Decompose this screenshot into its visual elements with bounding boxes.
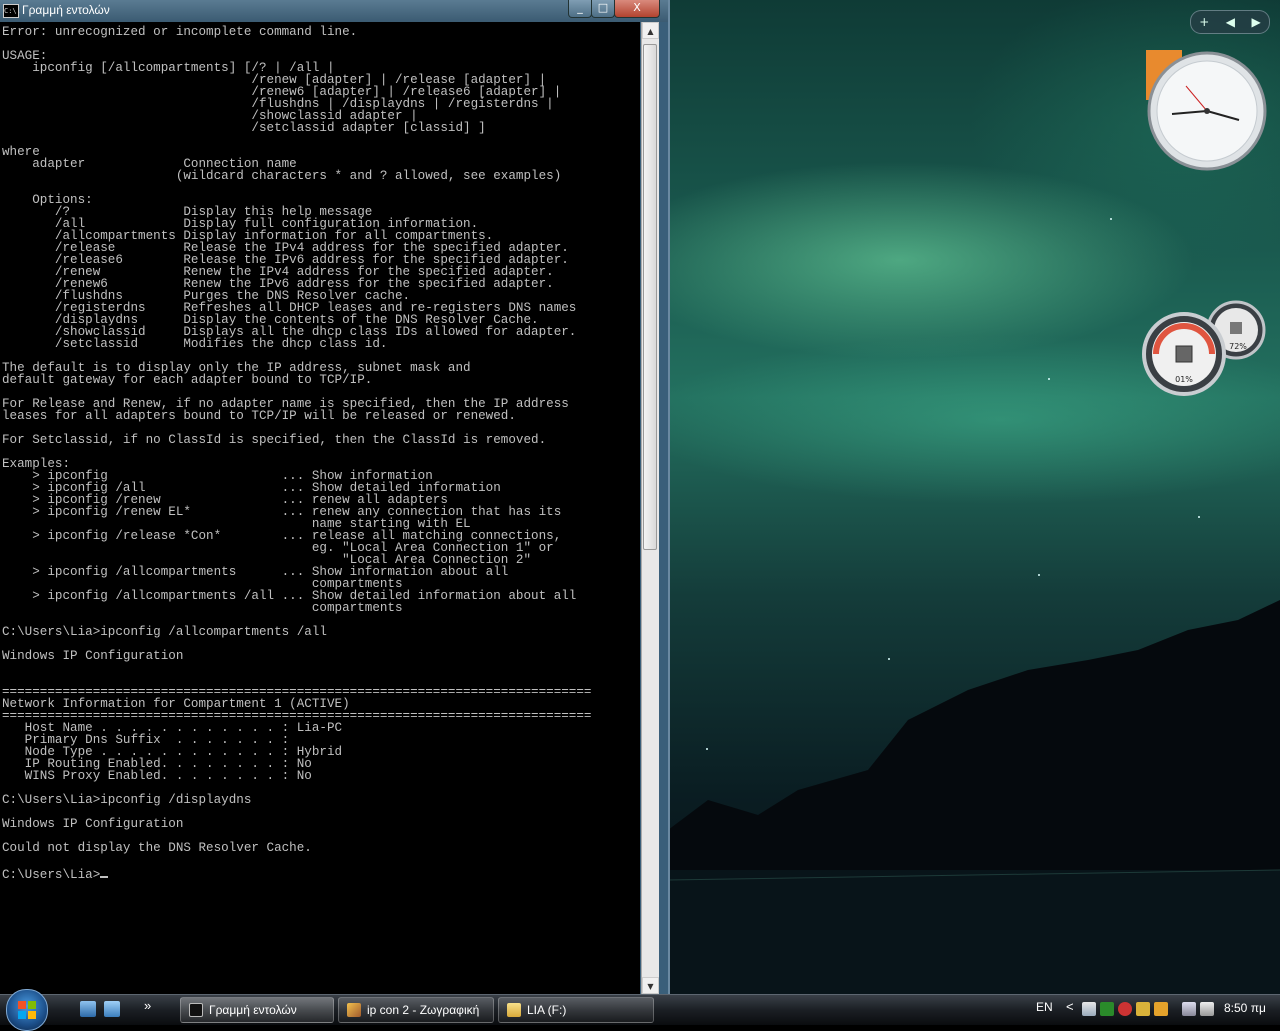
antivirus-alert-icon[interactable]: [1118, 1002, 1132, 1016]
close-button[interactable]: X: [614, 0, 660, 18]
language-indicator[interactable]: EN: [1036, 1000, 1053, 1014]
clock-gadget[interactable]: [1146, 50, 1268, 172]
taskbar-button-label: Γραμμή εντολών: [209, 1003, 297, 1017]
star: [1110, 218, 1112, 220]
maximize-button[interactable]: □: [591, 0, 615, 18]
folder-icon: [507, 1003, 521, 1017]
scroll-up-button[interactable]: ▲: [642, 22, 659, 39]
network-activity-icon[interactable]: [1100, 1002, 1114, 1016]
star: [1198, 516, 1200, 518]
scroll-thumb[interactable]: [643, 44, 657, 550]
previous-page-icon[interactable]: ◀: [1226, 15, 1235, 29]
memory-usage-label: 72%: [1229, 342, 1247, 351]
command-prompt-icon: [189, 1003, 203, 1017]
security-shield-icon[interactable]: [1082, 1002, 1096, 1016]
next-page-icon[interactable]: ▶: [1252, 15, 1261, 29]
cpu-meter-gadget[interactable]: 01% 72%: [1142, 300, 1268, 396]
console-text: Error: unrecognized or incomplete comman…: [2, 25, 592, 882]
device-icon[interactable]: [1136, 1002, 1150, 1016]
command-prompt-icon[interactable]: C:\.: [3, 4, 21, 18]
cpu-usage-label: 01%: [1175, 375, 1193, 384]
command-prompt-window[interactable]: C:\. Γραμμή εντολών _ □ X Error: unrecog…: [0, 0, 670, 994]
taskbar-button-paint[interactable]: ip con 2 - Ζωγραφική: [338, 997, 494, 1023]
taskbar-button-label: LIA (F:): [527, 1003, 567, 1017]
taskbar: » Γραμμή εντολών ip con 2 - Ζωγραφική LI…: [0, 989, 1280, 1031]
switch-windows-icon[interactable]: [104, 1001, 120, 1017]
quick-launch-more-icon[interactable]: »: [144, 998, 151, 1013]
network-icon[interactable]: [1182, 1002, 1196, 1016]
mountain-silhouette: [668, 600, 1280, 994]
taskbar-button-folder[interactable]: LIA (F:): [498, 997, 654, 1023]
show-desktop-icon[interactable]: [80, 1001, 96, 1017]
window-title: Γραμμή εντολών: [22, 3, 110, 17]
star: [1038, 574, 1040, 576]
volume-icon[interactable]: [1200, 1002, 1214, 1016]
system-clock[interactable]: 8:50 πμ: [1224, 1001, 1266, 1015]
sidebar-controls: + ◀ ▶: [1190, 10, 1270, 34]
text-cursor: [100, 866, 109, 878]
taskbar-button-label: ip con 2 - Ζωγραφική: [367, 1003, 480, 1017]
paint-icon: [347, 1003, 361, 1017]
windows-logo-icon: [18, 1001, 36, 1019]
start-button[interactable]: [6, 989, 48, 1031]
title-bar[interactable]: C:\. Γραμμή εντολών _ □ X: [0, 0, 668, 22]
taskbar-button-command-prompt[interactable]: Γραμμή εντολών: [180, 997, 334, 1023]
star: [1048, 378, 1050, 380]
vertical-scrollbar[interactable]: ▲ ▼: [641, 22, 659, 994]
users-icon[interactable]: [1154, 1002, 1168, 1016]
console-output[interactable]: Error: unrecognized or incomplete comman…: [0, 22, 640, 994]
add-gadget-icon[interactable]: +: [1199, 15, 1209, 29]
show-hidden-icons-icon[interactable]: <: [1066, 999, 1074, 1014]
scroll-down-button[interactable]: ▼: [642, 977, 659, 994]
minimize-button[interactable]: _: [568, 0, 592, 18]
